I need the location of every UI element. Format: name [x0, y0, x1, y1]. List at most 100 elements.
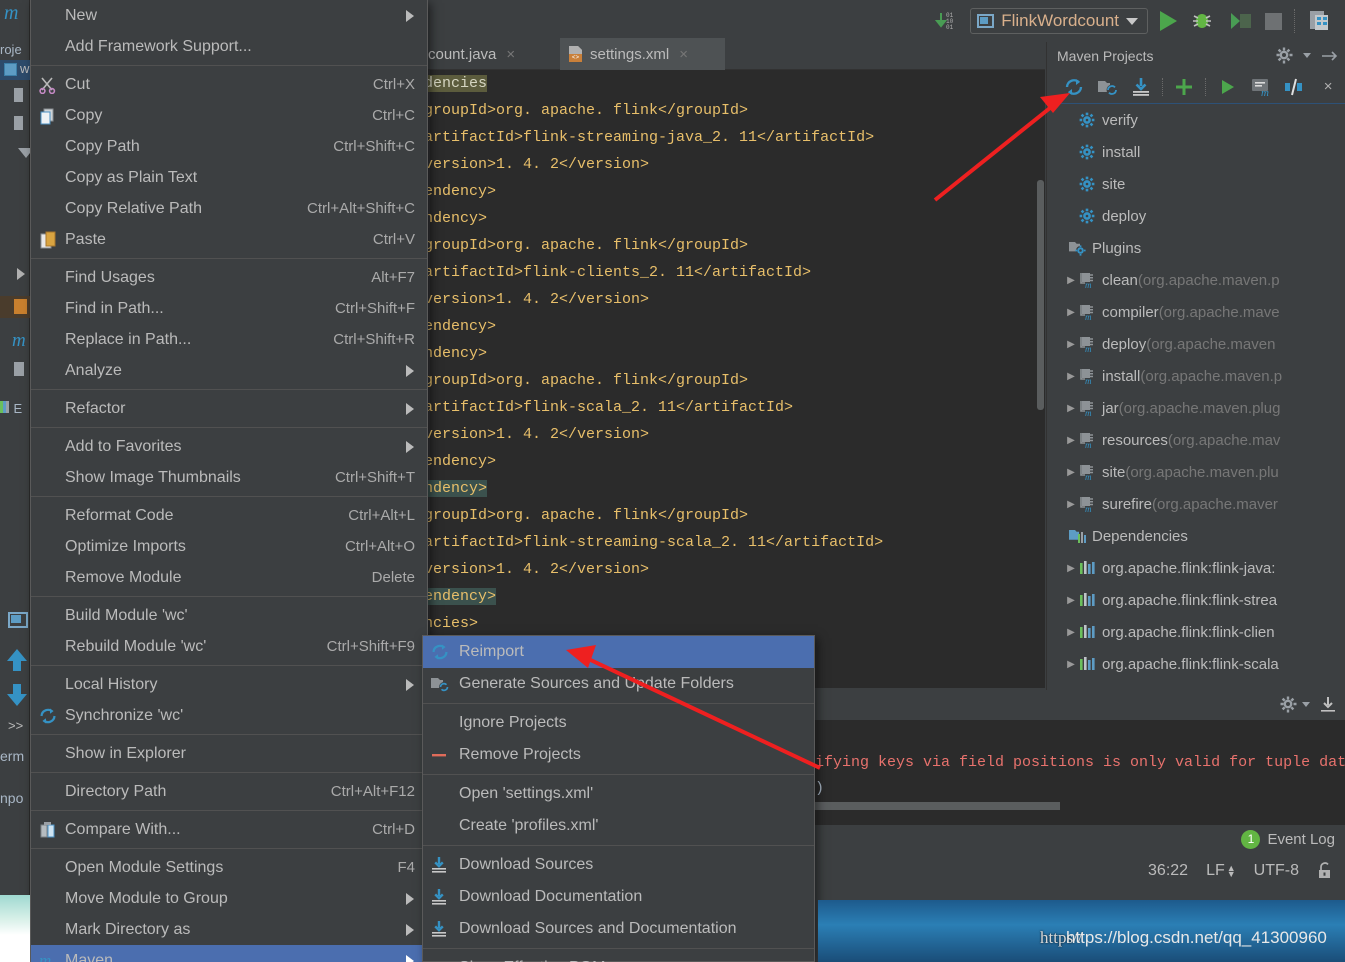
run-button[interactable] [1160, 11, 1177, 31]
collapse-icon[interactable]: × [1311, 73, 1345, 101]
context-menu-item-maven[interactable]: m Maven [31, 945, 427, 962]
execute-goal-icon[interactable]: m [1244, 73, 1278, 101]
close-icon[interactable]: × [506, 46, 515, 63]
editor-scrollbar[interactable] [1037, 180, 1044, 410]
expand-arrow-icon[interactable]: ▶ [1063, 371, 1079, 382]
expand-arrow-icon[interactable]: ▶ [1063, 275, 1079, 286]
context-menu-item-add-framework-support[interactable]: Add Framework Support... [31, 31, 427, 62]
reimport-icon[interactable] [1057, 73, 1091, 101]
maven-tree-row[interactable]: Plugins [1047, 232, 1345, 264]
context-menu[interactable]: New Add Framework Support... Cut Ctrl+X Copy… [30, 0, 428, 962]
maven-tree[interactable]: verify install site deploy Plugins ▶ m clean (o… [1047, 104, 1345, 690]
maven-submenu-item-open-settings-xml[interactable]: Open 'settings.xml' [423, 778, 814, 810]
event-log-label[interactable]: Event Log [1267, 831, 1335, 848]
maven-tree-row[interactable]: ▶ m site (org.apache.maven.plu [1047, 456, 1345, 488]
context-menu-item-build-module-wc[interactable]: Build Module 'wc' [31, 600, 427, 631]
import-tool-label[interactable]: npo [0, 790, 23, 806]
generate-sources-icon[interactable] [1091, 73, 1125, 101]
context-menu-item-mark-directory-as[interactable]: Mark Directory as [31, 914, 427, 945]
chevron-down-icon[interactable] [1302, 702, 1310, 707]
context-menu-item-cut[interactable]: Cut Ctrl+X [31, 69, 427, 100]
context-menu-item-show-in-explorer[interactable]: Show in Explorer [31, 738, 427, 769]
context-menu-item-analyze[interactable]: Analyze [31, 355, 427, 386]
commit-changes-icon[interactable]: 01 10 01 [934, 9, 958, 33]
context-menu-item-find-in-path[interactable]: Find in Path... Ctrl+Shift+F [31, 293, 427, 324]
maven-submenu-item-show-effective-pom[interactable]: Show Effective POM [423, 952, 814, 962]
expand-arrow-icon[interactable]: ▶ [1063, 627, 1079, 638]
expand-all-icon[interactable]: >> [8, 718, 23, 733]
expand-arrow-icon[interactable]: ▶ [1063, 659, 1079, 670]
expand-arrow-icon[interactable]: ▶ [1063, 499, 1079, 510]
expand-arrow-icon[interactable]: ▶ [1063, 307, 1079, 318]
context-menu-item-open-module-settings[interactable]: Open Module Settings F4 [31, 852, 427, 883]
context-menu-item-show-image-thumbnails[interactable]: Show Image Thumbnails Ctrl+Shift+T [31, 462, 427, 493]
maven-tree-row[interactable]: ▶ org.apache.flink:flink-scala [1047, 648, 1345, 680]
context-menu-item-reformat-code[interactable]: Reformat Code Ctrl+Alt+L [31, 500, 427, 531]
maven-submenu-item-create-profiles-xml[interactable]: Create 'profiles.xml' [423, 810, 814, 842]
maven-tree-row[interactable]: verify [1047, 104, 1345, 136]
maven-tree-row[interactable]: site [1047, 168, 1345, 200]
maven-tree-row[interactable]: ▶ m install (org.apache.maven.p [1047, 360, 1345, 392]
gear-icon[interactable] [1280, 696, 1297, 713]
maven-submenu-item-download-documentation[interactable]: Download Documentation [423, 881, 814, 913]
maven-tree-row[interactable]: ▶ m resources (org.apache.mav [1047, 424, 1345, 456]
highlighted-tree-row[interactable] [0, 296, 30, 318]
context-menu-item-copy-path[interactable]: Copy Path Ctrl+Shift+C [31, 131, 427, 162]
add-maven-project-icon[interactable] [1167, 73, 1201, 101]
context-menu-item-copy-as-plain-text[interactable]: Copy as Plain Text [31, 162, 427, 193]
context-menu-item-rebuild-module-wc[interactable]: Rebuild Module 'wc' Ctrl+Shift+F9 [31, 631, 427, 662]
expand-arrow-icon[interactable] [17, 268, 25, 280]
encoding[interactable]: UTF-8 [1254, 862, 1299, 880]
debug-button[interactable] [1189, 9, 1215, 33]
close-icon[interactable]: × [679, 46, 688, 63]
hide-panel-icon[interactable] [1321, 49, 1339, 63]
maven-tree-row[interactable]: ▶ m jar (org.apache.maven.plug [1047, 392, 1345, 424]
scroll-down-icon[interactable] [2, 680, 32, 710]
maven-submenu-item-generate-sources-and-update-folders[interactable]: Generate Sources and Update Folders [423, 668, 814, 700]
editor-tab-java[interactable]: count.java × [420, 38, 560, 70]
maven-submenu-item-ignore-projects[interactable]: Ignore Projects [423, 707, 814, 739]
line-separator[interactable]: LF ▲ ▼ [1206, 862, 1236, 880]
run-configuration-selector[interactable]: FlinkWordcount [970, 8, 1148, 34]
expand-arrow-icon[interactable]: ▶ [1063, 595, 1079, 606]
console-scrollbar[interactable] [815, 802, 1060, 810]
terminal-tool-label[interactable]: erm [0, 748, 24, 764]
context-menu-item-optimize-imports[interactable]: Optimize Imports Ctrl+Alt+O [31, 531, 427, 562]
scroll-up-icon[interactable] [2, 645, 32, 675]
context-menu-item-replace-in-path[interactable]: Replace in Path... Ctrl+Shift+R [31, 324, 427, 355]
maven-tree-row[interactable]: ▶ org.apache.flink:flink-clien [1047, 616, 1345, 648]
download-icon[interactable] [1125, 73, 1159, 101]
lock-icon[interactable] [1317, 862, 1333, 880]
maven-submenu-item-remove-projects[interactable]: Remove Projects [423, 739, 814, 771]
context-menu-item-copy[interactable]: Copy Ctrl+C [31, 100, 427, 131]
context-menu-item-synchronize-wc[interactable]: Synchronize 'wc' [31, 700, 427, 731]
context-menu-item-copy-relative-path[interactable]: Copy Relative Path Ctrl+Alt+Shift+C [31, 193, 427, 224]
download-icon[interactable] [1319, 696, 1337, 714]
editor-tab-xml[interactable]: settings.xml × [560, 38, 725, 70]
maven-tree-row[interactable]: ▶ m compiler (org.apache.mave [1047, 296, 1345, 328]
context-menu-item-paste[interactable]: Paste Ctrl+V [31, 224, 427, 255]
run-maven-goal-icon[interactable] [1210, 73, 1244, 101]
maven-tree-row[interactable]: ▶ m deploy (org.apache.maven [1047, 328, 1345, 360]
context-menu-item-refactor[interactable]: Refactor [31, 393, 427, 424]
run-with-coverage-button[interactable] [1227, 9, 1253, 33]
maven-tree-row[interactable]: install [1047, 136, 1345, 168]
expand-arrow-icon[interactable]: ▶ [1063, 403, 1079, 414]
expand-arrow-icon[interactable]: ▶ [1063, 563, 1079, 574]
maven-tree-row[interactable]: Dependencies [1047, 520, 1345, 552]
maven-tree-row[interactable]: deploy [1047, 200, 1345, 232]
chevron-down-icon[interactable] [1303, 53, 1311, 58]
selected-tree-row[interactable]: w [0, 60, 30, 80]
expand-arrow-icon[interactable]: ▶ [1063, 339, 1079, 350]
maven-submenu[interactable]: Reimport Generate Sources and Update Fold… [422, 635, 815, 962]
maven-tree-row[interactable]: ▶ org.apache.flink:flink-java: [1047, 552, 1345, 584]
gear-icon[interactable] [1276, 47, 1293, 64]
stop-button[interactable] [1265, 12, 1282, 30]
context-menu-item-add-to-favorites[interactable]: Add to Favorites [31, 431, 427, 462]
context-menu-item-new[interactable]: New [31, 0, 427, 31]
caret-position[interactable]: 36:22 [1148, 862, 1188, 880]
context-menu-item-find-usages[interactable]: Find Usages Alt+F7 [31, 262, 427, 293]
expand-arrow-icon[interactable]: ▶ [1063, 435, 1079, 446]
code-editor[interactable]: dencies groupId>org. apache. flink</group… [420, 70, 1045, 688]
chevron-down-icon[interactable] [1126, 17, 1138, 25]
